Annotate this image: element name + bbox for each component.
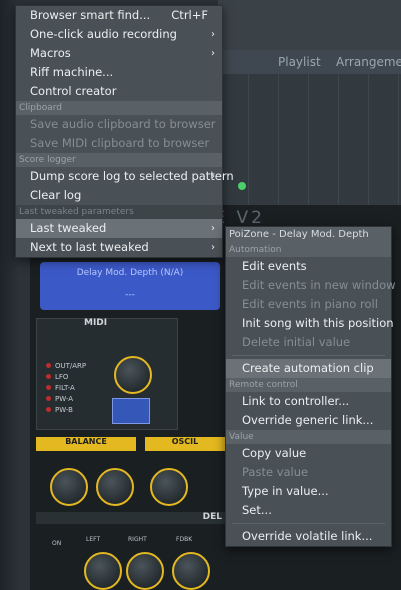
menu-item-label: Create automation clip <box>242 361 374 375</box>
menu-item-create-automation-clip[interactable]: Create automation clip <box>226 359 391 378</box>
midi-title: MIDI <box>84 318 108 328</box>
balance-knob-2[interactable] <box>96 468 134 506</box>
menu-item-save-midi-clipboard: Save MIDI clipboard to browser <box>16 134 222 153</box>
menu-item-label: Set... <box>242 503 272 517</box>
menu-item-label: Link to controller... <box>242 394 350 408</box>
led-item[interactable]: OUT/ARP <box>46 362 106 373</box>
menu-item-override-generic-link[interactable]: Override generic link... <box>226 411 391 430</box>
menu-item-label: Paste value <box>242 465 309 479</box>
menu-item-paste-value: Paste value <box>226 463 391 482</box>
menu-item-label: Edit events in piano roll <box>242 297 378 311</box>
menu-item-control-creator[interactable]: Control creator <box>16 82 222 101</box>
led-item[interactable]: PW-A <box>46 395 106 406</box>
menu-item-dump-score-log[interactable]: Dump score log to selected pattern › <box>16 167 234 186</box>
playlist-bar: Playlist Arrangement <box>218 50 401 74</box>
delay-knob-3[interactable] <box>172 552 210 590</box>
menu-item-label: Save MIDI clipboard to browser <box>30 136 210 150</box>
menu-item-type-in-value[interactable]: Type in value... <box>226 482 391 501</box>
menu-item-label: Copy value <box>242 446 307 460</box>
value-header: Value <box>226 430 391 444</box>
chevron-right-icon: › <box>211 171 215 182</box>
menu-item-label: Browser smart find... <box>30 8 151 22</box>
menu-item-delete-initial-value: Delete initial value <box>226 333 391 352</box>
playlist-grid[interactable] <box>218 74 401 224</box>
led-item[interactable]: LFO <box>46 373 106 384</box>
delay-label: DEL <box>36 512 226 524</box>
menu-item-edit-events-new-window: Edit events in new window <box>226 276 396 295</box>
separator <box>232 355 385 356</box>
menu-item-label: Override volatile link... <box>242 529 373 543</box>
led-item[interactable]: PW-B <box>46 406 106 417</box>
midi-mode-button[interactable] <box>112 398 150 424</box>
knob-label-right: RIGHT <box>128 536 147 543</box>
shortcut-text: Ctrl+F <box>171 8 208 22</box>
oscil-label: OSCIL <box>145 437 225 451</box>
menu-item-label: Type in value... <box>242 484 329 498</box>
menu-item-macros[interactable]: Macros › <box>16 44 222 63</box>
menu-item-label: Delete initial value <box>242 335 351 349</box>
clipboard-header: Clipboard <box>16 101 222 115</box>
knob-label-fdbk: FDBK <box>176 536 193 543</box>
knob-label-left: LEFT <box>86 536 101 543</box>
menu-item-edit-events[interactable]: Edit events <box>226 257 391 276</box>
status-dot <box>238 182 246 190</box>
menu-item-edit-events-piano-roll: Edit events in piano roll <box>226 295 391 314</box>
menu-item-label: Override generic link... <box>242 413 374 427</box>
tools-menu: Browser smart find... Ctrl+F One-click a… <box>15 5 234 258</box>
menu-item-label: Last tweaked <box>30 221 107 235</box>
plugin-display: Delay Mod. Depth (N/A) --- <box>40 262 220 310</box>
chevron-right-icon: › <box>211 223 215 234</box>
menu-item-label: Control creator <box>30 84 117 98</box>
arrangement-label[interactable]: Arrangement <box>336 55 401 69</box>
top-toolbar: ● ➜ <box>218 0 401 51</box>
led-item[interactable]: FILT-A <box>46 384 106 395</box>
balance-knob-1[interactable] <box>50 468 88 506</box>
last-tweaked-header: Last tweaked parameters <box>16 205 222 219</box>
menu-item-label: Macros <box>30 46 71 60</box>
automation-header: Automation <box>226 243 391 257</box>
menu-item-override-volatile-link[interactable]: Override volatile link... <box>226 527 391 546</box>
display-line-2: --- <box>125 290 135 300</box>
submenu-title: PoiZone - Delay Mod. Depth <box>226 227 391 243</box>
knob-label-on: ON <box>52 540 62 547</box>
menu-item-link-to-controller[interactable]: Link to controller... <box>226 392 391 411</box>
menu-item-label: Save audio clipboard to browser <box>30 117 216 131</box>
balance-label: BALANCE <box>36 437 136 451</box>
delay-knob-2[interactable] <box>126 552 164 590</box>
menu-item-label: Dump score log to selected pattern <box>30 169 234 183</box>
menu-item-label: One-click audio recording <box>30 27 177 41</box>
menu-item-save-audio-clipboard: Save audio clipboard to browser <box>16 115 222 134</box>
menu-item-label: Riff machine... <box>30 65 114 79</box>
menu-item-label: Next to last tweaked <box>30 240 149 254</box>
separator <box>232 523 385 524</box>
menu-item-browser-smart-find[interactable]: Browser smart find... Ctrl+F <box>16 6 222 25</box>
menu-item-init-song[interactable]: Init song with this position <box>226 314 394 333</box>
delay-knob-1[interactable] <box>84 552 122 590</box>
playlist-label[interactable]: Playlist <box>278 55 321 69</box>
menu-item-label: Edit events in new window <box>242 278 396 292</box>
remote-control-header: Remote control <box>226 378 391 392</box>
menu-item-set[interactable]: Set... <box>226 501 391 520</box>
chevron-right-icon: › <box>211 48 215 59</box>
chevron-right-icon: › <box>211 29 215 40</box>
score-logger-header: Score logger <box>16 153 222 167</box>
menu-item-riff-machine[interactable]: Riff machine... <box>16 63 222 82</box>
chevron-right-icon: › <box>211 242 215 253</box>
display-line-1: Delay Mod. Depth (N/A) <box>76 268 184 278</box>
menu-item-label: Init song with this position <box>242 316 394 330</box>
led-list: OUT/ARP LFO FILT-A PW-A PW-B <box>46 362 106 417</box>
menu-item-copy-value[interactable]: Copy value <box>226 444 391 463</box>
menu-item-next-to-last-tweaked[interactable]: Next to last tweaked › <box>16 238 222 257</box>
mod-amount-knob[interactable] <box>114 356 152 394</box>
menu-item-label: Edit events <box>242 259 307 273</box>
menu-item-clear-log[interactable]: Clear log <box>16 186 222 205</box>
menu-item-last-tweaked[interactable]: Last tweaked › <box>16 219 222 238</box>
menu-item-one-click-recording[interactable]: One-click audio recording › <box>16 25 222 44</box>
osc-knob[interactable] <box>150 468 188 506</box>
last-tweaked-submenu: PoiZone - Delay Mod. Depth Automation Ed… <box>225 226 396 547</box>
menu-item-label: Clear log <box>30 188 82 202</box>
